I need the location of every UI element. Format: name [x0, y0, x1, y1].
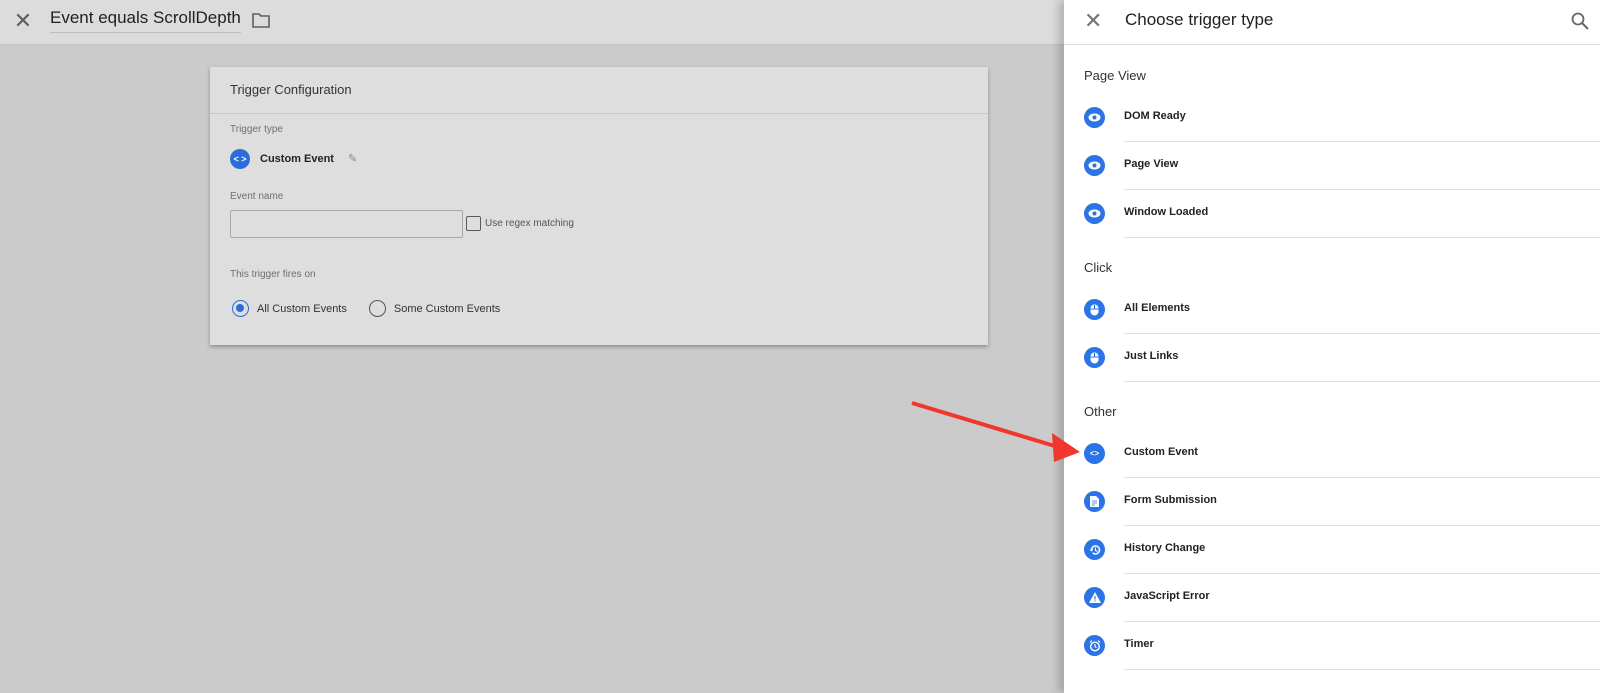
trigger-type-selector[interactable]: < > Custom Event ✎	[230, 149, 360, 169]
trigger-option-label: Window Loaded	[1124, 206, 1209, 218]
eye-icon	[1084, 155, 1105, 176]
trigger-name-title[interactable]: Event equals ScrollDepth	[50, 8, 241, 33]
close-icon[interactable]: ✕	[1084, 9, 1102, 33]
eye-icon	[1084, 203, 1105, 224]
radio-all-custom-events[interactable]	[232, 300, 249, 317]
trigger-option-just-links[interactable]: Just Links	[1084, 334, 1600, 382]
trigger-option-all-elements[interactable]: All Elements	[1084, 286, 1600, 334]
alarm-icon	[1084, 635, 1105, 656]
section-page-view: Page View	[1084, 68, 1146, 83]
trigger-option-label: JavaScript Error	[1124, 590, 1210, 602]
trigger-option-label: Page View	[1124, 158, 1179, 170]
panel-title: Choose trigger type	[1125, 10, 1274, 29]
trigger-configuration-card: Trigger Configuration Trigger type < > C…	[210, 67, 988, 345]
document-icon	[1084, 491, 1105, 512]
fires-on-label: This trigger fires on	[230, 269, 316, 280]
mouse-icon	[1084, 299, 1105, 320]
radio-some-custom-events[interactable]	[368, 300, 386, 317]
regex-checkbox[interactable]	[466, 216, 481, 231]
radio-label: All Custom Events	[257, 302, 347, 315]
trigger-option-window-loaded[interactable]: Window Loaded	[1084, 190, 1600, 238]
code-icon: <>	[1084, 443, 1105, 464]
trigger-option-form-submission[interactable]: Form Submission	[1084, 478, 1600, 526]
trigger-option-history-change[interactable]: History Change	[1084, 526, 1600, 574]
event-name-label: Event name	[230, 191, 284, 202]
trigger-option-label: All Elements	[1124, 302, 1191, 314]
eye-icon	[1084, 107, 1105, 128]
trigger-option-javascript-error[interactable]: JavaScript Error	[1084, 574, 1600, 622]
trigger-option-dom-ready[interactable]: DOM Ready	[1084, 94, 1600, 142]
warning-icon	[1084, 587, 1105, 608]
trigger-option-custom-event[interactable]: <> Custom Event	[1084, 430, 1600, 478]
trigger-option-label: Form Submission	[1124, 494, 1217, 506]
divider	[1124, 237, 1600, 238]
panel-header: ✕ Choose trigger type	[1064, 0, 1600, 45]
mouse-icon	[1084, 347, 1105, 368]
section-other: Other	[1084, 404, 1117, 419]
trigger-option-label: Timer	[1124, 638, 1154, 650]
top-bar: ✕ Event equals ScrollDepth	[0, 0, 1064, 45]
trigger-option-label: DOM Ready	[1124, 110, 1186, 122]
close-icon[interactable]: ✕	[11, 9, 35, 33]
edit-pencil-icon[interactable]: ✎	[348, 153, 360, 165]
divider	[1124, 381, 1600, 382]
code-icon: < >	[230, 149, 250, 169]
regex-checkbox-row[interactable]: Use regex matching	[466, 216, 574, 231]
trigger-type-label: Trigger type	[230, 124, 283, 135]
trigger-type-value: Custom Event	[260, 153, 334, 165]
search-icon[interactable]	[1570, 11, 1590, 31]
event-name-input[interactable]	[230, 210, 463, 238]
fires-on-radio-group: All Custom Events Some Custom Events	[232, 300, 522, 317]
card-title: Trigger Configuration	[210, 67, 988, 114]
trigger-option-label: Custom Event	[1124, 446, 1198, 458]
folder-icon[interactable]	[252, 12, 270, 28]
trigger-option-page-view[interactable]: Page View	[1084, 142, 1600, 190]
divider	[1124, 669, 1600, 670]
arrow-shaft	[911, 401, 1059, 449]
radio-label: Some Custom Events	[393, 302, 501, 315]
history-icon	[1084, 539, 1105, 560]
choose-trigger-type-panel: ✕ Choose trigger type Page View DOM Read…	[1064, 0, 1600, 693]
section-click: Click	[1084, 260, 1113, 275]
trigger-option-timer[interactable]: Timer	[1084, 622, 1600, 670]
regex-label: Use regex matching	[485, 218, 574, 229]
trigger-option-label: History Change	[1124, 542, 1206, 554]
trigger-option-label: Just Links	[1124, 350, 1179, 362]
